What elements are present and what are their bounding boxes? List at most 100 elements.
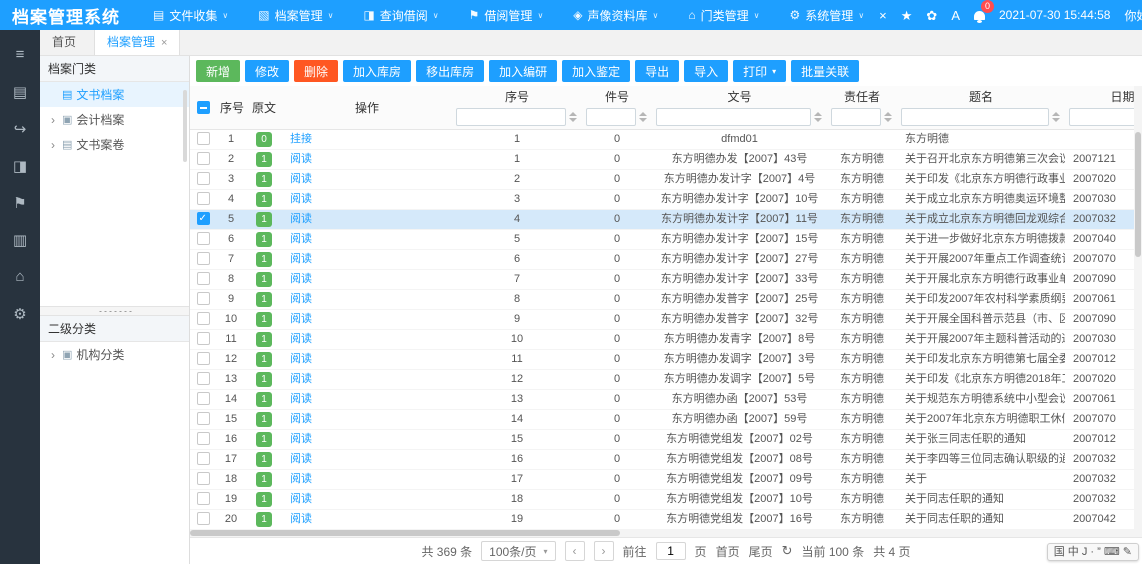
tree-item-wenshu-dangan[interactable]: ▤ 文书档案 (40, 82, 189, 107)
row-action-link[interactable]: 阅读 (290, 473, 312, 485)
row-checkbox[interactable] (197, 332, 210, 345)
table-row[interactable]: 15 1 阅读 14 0 东方明德办函【2007】59号 东方明德 关于2007… (190, 409, 1142, 429)
row-action-link[interactable]: 阅读 (290, 413, 312, 425)
table-row[interactable]: 9 1 阅读 8 0 东方明德办发普字【2007】25号 东方明德 关于印发20… (190, 289, 1142, 309)
row-checkbox[interactable] (197, 512, 210, 525)
row-checkbox[interactable] (197, 232, 210, 245)
filter-zerenzhe-input[interactable] (831, 108, 881, 126)
row-action-link[interactable]: 阅读 (290, 193, 312, 205)
row-action-link[interactable]: 阅读 (290, 433, 312, 445)
row-action-link[interactable]: 阅读 (290, 353, 312, 365)
horizontal-scrollbar-thumb[interactable] (190, 530, 620, 536)
sort-desc-icon[interactable] (639, 118, 647, 122)
gear-icon[interactable]: ⚙ (0, 295, 40, 332)
filter-timing-input[interactable] (901, 108, 1049, 126)
edit-button[interactable]: 修改 (245, 60, 289, 82)
row-action-link[interactable]: 阅读 (290, 233, 312, 245)
row-action-link[interactable]: 阅读 (290, 313, 312, 325)
table-row[interactable]: 6 1 阅读 5 0 东方明德办发计字【2007】15号 东方明德 关于进一步做… (190, 229, 1142, 249)
batch-link-button[interactable]: 批量关联 (791, 60, 859, 82)
remove-from-storeroom-button[interactable]: 移出库房 (416, 60, 484, 82)
table-row[interactable]: 3 1 阅读 2 0 东方明德办发计字【2007】4号 东方明德 关于印发《北京… (190, 169, 1142, 189)
menu-category-manage[interactable]: ⌂ 门类管理 ∨ (673, 0, 774, 30)
table-row[interactable]: 7 1 阅读 6 0 东方明德办发计字【2007】27号 东方明德 关于开展20… (190, 249, 1142, 269)
bank-icon[interactable]: ⌂ (0, 258, 40, 295)
row-checkbox[interactable] (197, 212, 210, 225)
table-row[interactable]: 11 1 阅读 10 0 东方明德办发青字【2007】8号 东方明德 关于开展2… (190, 329, 1142, 349)
row-action-link[interactable]: 阅读 (290, 453, 312, 465)
select-all-checkbox[interactable] (197, 101, 210, 114)
media-icon[interactable]: ▥ (0, 221, 40, 258)
tree-item-kuaiji-dangan[interactable]: › ▣ 会计档案 (40, 107, 189, 132)
chevron-right-icon[interactable]: › (48, 348, 58, 362)
table-row[interactable]: 1 0 挂接 1 0 dfmd01 东方明德 (190, 129, 1142, 149)
row-checkbox[interactable] (197, 312, 210, 325)
chevron-right-icon[interactable]: › (48, 138, 58, 152)
add-to-appraisal-button[interactable]: 加入鉴定 (562, 60, 630, 82)
tab-home[interactable]: 首页 (40, 30, 95, 55)
row-checkbox[interactable] (197, 292, 210, 305)
tab-archive-manage[interactable]: 档案管理× (95, 30, 180, 55)
menu-borrow-manage[interactable]: ⚑ 借阅管理 ∨ (454, 0, 559, 30)
sort-desc-icon[interactable] (884, 118, 892, 122)
prev-page-button[interactable]: ‹ (565, 541, 585, 561)
print-button[interactable]: 打印 ▾ (733, 60, 786, 82)
row-action-link[interactable]: 阅读 (290, 293, 312, 305)
row-action-link[interactable]: 阅读 (290, 213, 312, 225)
row-checkbox[interactable] (197, 372, 210, 385)
export-button[interactable]: 导出 (635, 60, 679, 82)
sort-desc-icon[interactable] (569, 118, 577, 122)
sort-asc-icon[interactable] (884, 112, 892, 116)
row-checkbox[interactable] (197, 472, 210, 485)
table-row[interactable]: 10 1 阅读 9 0 东方明德办发普字【2007】32号 东方明德 关于开展全… (190, 309, 1142, 329)
close-icon[interactable]: × (161, 37, 167, 49)
row-checkbox[interactable] (197, 252, 210, 265)
bell-icon[interactable]: 0 (974, 9, 985, 22)
user-greeting[interactable]: 你好 杨柳 (1124, 7, 1142, 24)
sort-asc-icon[interactable] (639, 112, 647, 116)
filter-wenhao-input[interactable] (656, 108, 811, 126)
row-checkbox[interactable] (197, 432, 210, 445)
flag-icon[interactable]: ⚑ (0, 184, 40, 221)
sort-asc-icon[interactable] (1052, 112, 1060, 116)
row-action-link[interactable]: 阅读 (290, 493, 312, 505)
filter-riqi-input[interactable] (1069, 108, 1142, 126)
row-action-link[interactable]: 阅读 (290, 513, 312, 525)
menu-archive-manage[interactable]: ▧ 档案管理 ∨ (243, 0, 348, 30)
row-action-link[interactable]: 阅读 (290, 373, 312, 385)
chevron-right-icon[interactable]: › (48, 113, 58, 127)
panel-splitter[interactable] (40, 306, 189, 316)
row-checkbox[interactable] (197, 272, 210, 285)
table-row[interactable]: 14 1 阅读 13 0 东方明德办函【2007】53号 东方明德 关于规范东方… (190, 389, 1142, 409)
row-action-link[interactable]: 阅读 (290, 333, 312, 345)
row-checkbox[interactable] (197, 132, 210, 145)
menu-file-collect[interactable]: ▤ 文件收集 ∨ (138, 0, 243, 30)
add-to-compilation-button[interactable]: 加入编研 (489, 60, 557, 82)
row-checkbox[interactable] (197, 152, 210, 165)
filter-jianhao-input[interactable] (586, 108, 636, 126)
menu-toggle-icon[interactable]: ≡ (0, 36, 40, 73)
delete-button[interactable]: 删除 (294, 60, 338, 82)
row-action-link[interactable]: 挂接 (290, 133, 312, 145)
menu-media-library[interactable]: ◈ 声像资料库 ∨ (558, 0, 673, 30)
menu-system-manage[interactable]: ⚙ 系统管理 ∨ (775, 0, 880, 30)
row-action-link[interactable]: 阅读 (290, 153, 312, 165)
row-checkbox[interactable] (197, 352, 210, 365)
row-checkbox[interactable] (197, 192, 210, 205)
theme-icon[interactable]: ✿ (926, 9, 937, 22)
tree-item-wenshu-anjuan[interactable]: › ▤ 文书案卷 (40, 132, 189, 157)
table-row[interactable]: 17 1 阅读 16 0 东方明德党组发【2007】08号 东方明德 关于李四等… (190, 449, 1142, 469)
table-row[interactable]: 13 1 阅读 12 0 东方明德办发调字【2007】5号 东方明德 关于印发《… (190, 369, 1142, 389)
sort-asc-icon[interactable] (814, 112, 822, 116)
row-action-link[interactable]: 阅读 (290, 253, 312, 265)
table-row[interactable]: 20 1 阅读 19 0 东方明德党组发【2007】16号 东方明德 关于同志任… (190, 509, 1142, 529)
table-row[interactable]: 16 1 阅读 15 0 东方明德党组发【2007】02号 东方明德 关于张三同… (190, 429, 1142, 449)
vertical-scrollbar-thumb[interactable] (1135, 132, 1141, 257)
row-checkbox[interactable] (197, 452, 210, 465)
tree-item-jigou-fenlei[interactable]: › ▣ 机构分类 (40, 342, 189, 367)
row-action-link[interactable]: 阅读 (290, 273, 312, 285)
next-page-button[interactable]: › (594, 541, 614, 561)
row-action-link[interactable]: 阅读 (290, 173, 312, 185)
sort-desc-icon[interactable] (1052, 118, 1060, 122)
tree-scrollbar-thumb[interactable] (183, 90, 187, 162)
